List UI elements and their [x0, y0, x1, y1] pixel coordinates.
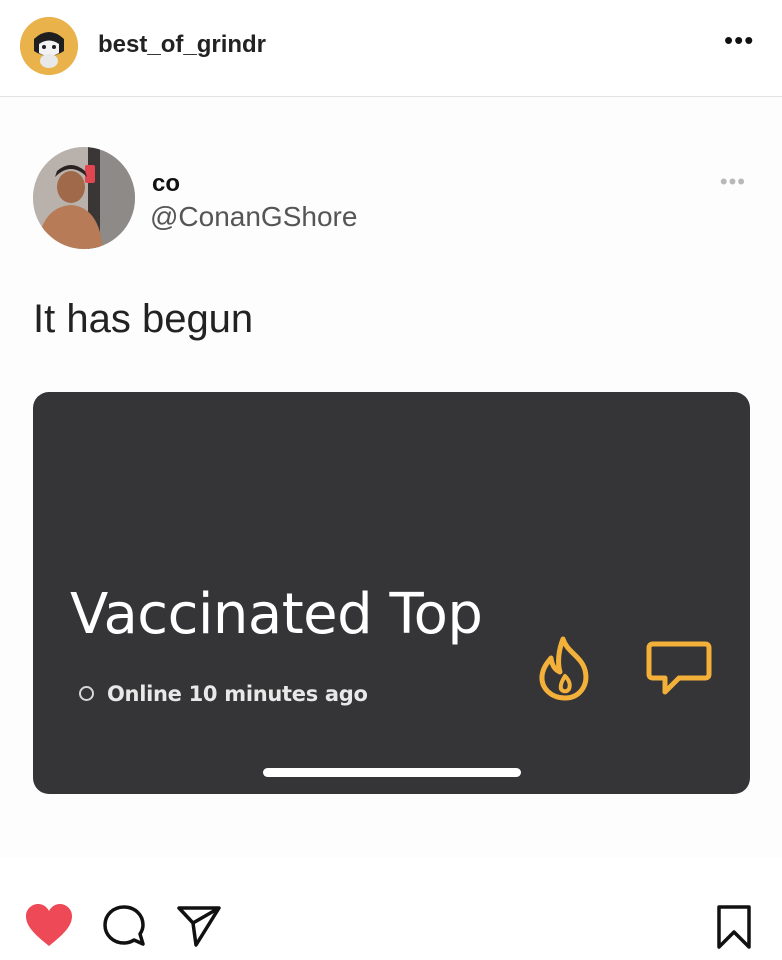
account-avatar[interactable]: [20, 17, 78, 75]
tweet-more-icon[interactable]: •••: [720, 169, 746, 195]
online-status-icon: [79, 686, 94, 701]
online-status-text: Online 10 minutes ago: [107, 682, 368, 706]
post-more-icon[interactable]: •••: [724, 27, 756, 53]
tweet-handle[interactable]: @ConanGShore: [150, 201, 357, 233]
bookmark-icon: [717, 905, 751, 949]
profile-headline: Vaccinated Top: [70, 582, 483, 647]
flame-icon: [539, 636, 589, 701]
account-username[interactable]: best_of_grindr: [98, 31, 266, 59]
share-icon: [177, 906, 221, 947]
tweet-text: It has begun: [33, 297, 254, 341]
comment-icon: [103, 905, 145, 946]
profile-photo-icon: [33, 147, 135, 249]
tweet-display-name[interactable]: co: [152, 170, 180, 198]
tap-button[interactable]: [533, 634, 597, 704]
tweet-author-avatar[interactable]: [33, 147, 135, 249]
like-button[interactable]: [24, 902, 74, 948]
comment-button[interactable]: [102, 904, 146, 948]
home-indicator: [263, 768, 521, 777]
profile-card: Vaccinated Top Online 10 minutes ago: [33, 392, 750, 794]
save-button[interactable]: [714, 904, 754, 950]
post-header: best_of_grindr •••: [0, 0, 782, 97]
gasmask-avatar-icon: [20, 17, 78, 75]
chat-bubble-icon: [646, 641, 712, 695]
post-actions-bar: [0, 880, 782, 960]
heart-icon: [26, 904, 72, 946]
tweet-card: co @ConanGShore ••• It has begun Vaccina…: [0, 97, 782, 857]
chat-button[interactable]: [645, 638, 713, 700]
share-button[interactable]: [176, 904, 222, 948]
